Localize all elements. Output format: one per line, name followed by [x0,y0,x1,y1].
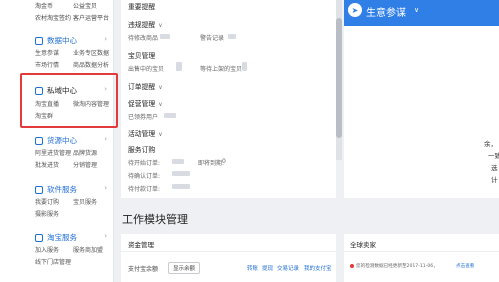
redacted-value [160,34,170,39]
service-order-expiring-value: 0 [222,158,226,165]
section-title: 软件服务 [47,185,77,194]
sidebar-item[interactable]: 加入服务 [35,245,59,254]
redacted-value [172,171,190,176]
service-order-row[interactable]: 待开始订单: [128,158,160,167]
reminder-item[interactable]: 出售中的宝贝 [128,64,164,73]
section-header-supply[interactable]: 货源中心 [35,135,77,146]
sidebar-item[interactable]: 服务商加盟 [73,245,103,254]
chevron-down-icon[interactable]: ∨ [414,6,419,14]
sidebar-item[interactable]: 批发进货 [35,160,59,169]
group-title-items[interactable]: 宝贝管理 [128,50,155,60]
section-header-data-center[interactable]: 数据中心 [35,35,77,46]
data-center-icon [35,36,43,45]
reminder-item[interactable]: 已领券用户 [128,112,158,121]
redacted-value [176,62,182,71]
sidebar-item[interactable]: 摄影服务 [35,209,59,218]
highlight-box [20,73,118,128]
group-title-violation[interactable]: 违规提醒 ∨ [128,19,163,29]
withdraw-link[interactable]: 提现 [262,264,273,272]
sidebar-item[interactable]: 市场行情 [35,60,59,69]
scrollbar-thumb[interactable] [336,18,342,138]
compass-icon: ➤ [348,3,362,17]
section-title: 淘宝服务 [47,233,77,242]
sidebar-item[interactable]: 客户运营平台 [73,13,109,22]
sidebar-item[interactable]: 线下门店管理 [35,257,71,266]
side-text: 余， [484,140,497,148]
sidebar-item[interactable]: 阿里进货管理 [35,148,71,157]
reminder-item[interactable]: 待修改商品 [128,33,158,42]
divider [121,251,336,252]
section-header-software[interactable]: 软件服务 [35,184,77,195]
sidebar-item[interactable]: 公益宝贝 [73,1,97,10]
side-text: 计 [491,176,498,184]
chevron-right-icon[interactable]: › [104,35,107,43]
sidebar-item[interactable]: 品牌货源 [73,148,97,157]
banner-title[interactable]: 生意参谋 [366,4,406,19]
side-text: 一致 [488,152,499,160]
transfer-link[interactable]: 转账 [247,264,258,272]
service-order-row[interactable]: 待付款订单: [128,184,160,193]
divider [344,251,499,252]
service-order-expiring-label[interactable]: 即将到期: [198,158,224,167]
chevron-down-icon: ∨ [158,84,163,91]
redacted-value [172,159,184,164]
panel-title: 重要提醒 [128,3,156,11]
service-icon [35,233,43,242]
chevron-down-icon: ∨ [158,101,163,108]
sidebar-item[interactable]: 宝贝服务 [73,197,97,206]
alert-dot-icon [350,264,354,268]
sidebar: 淘金币 公益宝贝 农村淘宝签约 客户运营平台 数据中心 › 生意参谋 业务专区数… [0,0,114,282]
redacted-value [164,113,176,118]
chevron-right-icon[interactable]: › [104,184,107,192]
box-icon [35,136,43,145]
view-detail-link[interactable]: 点击查看 [456,263,474,269]
sidebar-item[interactable]: 生意参谋 [35,48,59,57]
chevron-right-icon[interactable]: › [104,232,107,240]
sidebar-item[interactable]: 业务专区数据 [73,48,109,57]
group-title-promo[interactable]: 促营管理 ∨ [128,98,163,108]
chevron-right-icon[interactable]: › [104,135,107,143]
alipay-balance-label: 支付宝余额 [128,266,159,273]
reminder-item[interactable]: 警告记录 [200,33,224,42]
group-title-service-orders: 服务订购 [128,146,156,154]
global-seller-notice: 您的检测数据已经更新至2017-11-06， [356,264,438,269]
chevron-down-icon: ∨ [158,131,163,138]
group-title-orders[interactable]: 订单提醒 ∨ [128,81,163,91]
sidebar-item[interactable]: 分销管理 [73,160,97,169]
sidebar-item[interactable]: 商品数据分析 [73,60,109,69]
global-seller-title: 全球卖家 [350,241,376,249]
workspace-title: 工作模块管理 [122,213,188,226]
show-balance-button[interactable]: 显示余额 [168,262,201,274]
service-order-row[interactable]: 待确认订单: [128,171,160,180]
chevron-down-icon: ∨ [158,22,163,29]
group-title-activity[interactable]: 活动管理 ∨ [128,128,163,138]
section-title: 货源中心 [47,136,77,145]
section-header-taobao-service[interactable]: 淘宝服务 [35,232,77,243]
banner-content [344,26,499,198]
side-text: 选 [491,164,498,172]
transactions-link[interactable]: 交易记录 [277,264,299,272]
reminder-item[interactable]: 等待上架的宝贝 [200,64,242,73]
grid-icon [35,185,43,194]
sidebar-item[interactable]: 我要订购 [35,197,59,206]
redacted-value [172,184,190,189]
section-title: 数据中心 [47,36,77,45]
redacted-value [242,62,247,71]
funds-title: 资金管理 [128,241,154,249]
my-alipay-link[interactable]: 我的支付宝 [304,264,332,272]
sidebar-item[interactable]: 农村淘宝签约 [35,13,71,22]
redacted-value [228,34,236,39]
sidebar-item[interactable]: 淘金币 [35,1,53,10]
